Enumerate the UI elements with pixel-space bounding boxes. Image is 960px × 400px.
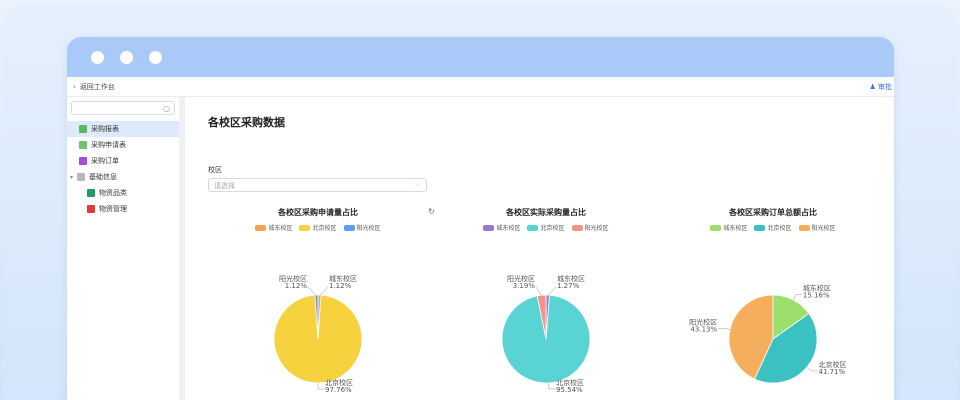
- legend-label: 北京校区: [767, 225, 792, 232]
- slice-percent-label: 41.71%: [818, 368, 845, 376]
- slice-percent-label: 1.27%: [557, 282, 580, 290]
- legend-label: 城东校区: [723, 225, 748, 232]
- sidebar-item-4[interactable]: 物资品类: [67, 185, 179, 201]
- filter-label: 校区: [208, 166, 222, 174]
- slice-percent-label: 97.76%: [325, 386, 352, 394]
- leader-line: [307, 286, 317, 297]
- refresh-icon[interactable]: ↻: [428, 207, 435, 216]
- leader-line: [548, 382, 556, 390]
- slice-percent-label: 43.13%: [690, 325, 717, 333]
- legend-swatch: [798, 225, 810, 231]
- chart-legend: 城东校区 北京校区 阳光校区: [668, 223, 878, 232]
- page-title: 各校区采购数据: [208, 116, 285, 129]
- leader-line: [792, 294, 802, 301]
- legend-swatch: [527, 225, 539, 231]
- campus-select-placeholder: 请选择: [214, 182, 235, 190]
- pie-svg: 城东校区1.27%北京校区95.54%阳光校区3.19%: [501, 274, 591, 394]
- legend-swatch: [255, 225, 267, 231]
- back-link[interactable]: 返回工作台: [80, 82, 115, 92]
- leader-line: [806, 366, 818, 372]
- leader-line: [317, 383, 324, 390]
- slice-percent-label: 1.12%: [329, 282, 352, 290]
- sidebar-item-0[interactable]: 采购报表: [67, 121, 179, 137]
- legend-item[interactable]: 北京校区: [754, 223, 792, 232]
- sidebar-item-label: 物资管理: [99, 205, 127, 213]
- legend-swatch: [571, 225, 583, 231]
- pie-svg: 城东校区1.12%北京校区97.76%阳光校区1.12%: [273, 274, 363, 394]
- legend-item[interactable]: 阳光校区: [343, 223, 381, 232]
- legend-label: 阳光校区: [584, 225, 609, 232]
- pie-chart-3: 各校区采购订单总额占比 城东校区 北京校区 阳光校区 城东校区 15.16% 北京校区 41.…: [668, 205, 878, 400]
- slice-percent-label: 3.19%: [513, 282, 536, 290]
- pie-chart-1: 各校区采购申请量占比 ↻ 城东校区 北京校区 阳光校区 城东校区 1.12% 北京校区 97.7…: [213, 205, 435, 400]
- user-menu[interactable]: ♟ 审批: [869, 82, 892, 92]
- leader-line: [319, 286, 329, 297]
- slice-percent-label: 15.16%: [803, 292, 830, 300]
- legend-label: 阳光校区: [811, 225, 836, 232]
- chart-title: 各校区采购申请量占比: [278, 208, 358, 217]
- sidebar-item-label: 物资品类: [99, 189, 127, 197]
- legend-item[interactable]: 城东校区: [255, 223, 292, 232]
- sidebar-search-input[interactable]: ○: [71, 101, 175, 115]
- top-nav: ‹ 返回工作台 ♟ 审批: [67, 77, 894, 97]
- chevron-down-icon[interactable]: ▾: [70, 174, 73, 181]
- legend-item[interactable]: 阳光校区: [571, 223, 609, 232]
- chart-title: 各校区实际采购量占比: [506, 208, 586, 217]
- user-icon: ♟: [869, 83, 878, 91]
- legend-item[interactable]: 阳光校区: [798, 223, 836, 232]
- pie-svg: 城东校区15.16%北京校区41.71%阳光校区43.13%: [689, 284, 846, 384]
- sidebar-item-label: 采购报表: [91, 125, 119, 133]
- legend-label: 城东校区: [268, 225, 293, 232]
- sidebar-item-label: 采购申请表: [91, 141, 126, 149]
- leader-line: [535, 286, 542, 297]
- document-icon: [87, 205, 95, 213]
- legend-item[interactable]: 城东校区: [483, 223, 520, 232]
- chevron-down-icon: ⌵: [414, 180, 420, 188]
- sidebar-item-5[interactable]: 物资管理: [67, 201, 179, 217]
- leader-line: [547, 286, 557, 297]
- document-icon: [87, 189, 95, 197]
- window-titlebar: [67, 37, 894, 77]
- sidebar: ○ 采购报表采购申请表采购订单 ▾ 基础信息物资品类物资管理: [67, 97, 185, 400]
- sidebar-item-2[interactable]: 采购订单: [67, 153, 179, 169]
- sidebar-item-label: 基础信息: [89, 173, 118, 181]
- sidebar-item-1[interactable]: 采购申请表: [67, 137, 179, 153]
- sidebar-item-3[interactable]: ▾ 基础信息: [67, 169, 179, 185]
- document-icon: [79, 157, 87, 165]
- app-window: ‹ 返回工作台 ♟ 审批 ○ 采购报表采购申请表采购订单 ▾ 基础信息物资品类物资管…: [67, 37, 894, 400]
- legend-item[interactable]: 北京校区: [527, 223, 565, 232]
- main-content: 各校区采购数据 校区 请选择 ⌵ 各校区采购申请量占比 ↻ 城东校区 北京校区 阳光校区…: [191, 97, 894, 400]
- legend-swatch: [483, 225, 495, 231]
- legend-item[interactable]: 城东校区: [710, 223, 747, 232]
- legend-label: 城东校区: [496, 225, 521, 232]
- legend-item[interactable]: 北京校区: [299, 223, 337, 232]
- document-icon: [79, 141, 87, 149]
- legend-label: 阳光校区: [356, 225, 381, 232]
- folder-icon: [77, 173, 86, 181]
- sidebar-menu: 采购报表采购申请表采购订单 ▾ 基础信息物资品类物资管理: [67, 121, 179, 217]
- legend-label: 北京校区: [540, 225, 565, 232]
- window-dot-1[interactable]: [91, 51, 104, 64]
- sidebar-item-label: 采购订单: [91, 157, 119, 165]
- legend-label: 北京校区: [312, 225, 337, 232]
- chart-title: 各校区采购订单总额占比: [729, 208, 817, 217]
- document-icon: [79, 125, 87, 133]
- back-chevron-icon[interactable]: ‹: [73, 83, 76, 91]
- search-icon: ○: [163, 104, 170, 113]
- chart-legend: 城东校区 北京校区 阳光校区: [441, 223, 651, 232]
- leader-line: [718, 328, 731, 330]
- chart-legend: 城东校区 北京校区 阳光校区: [213, 223, 423, 232]
- legend-swatch: [343, 225, 355, 231]
- legend-swatch: [754, 225, 766, 231]
- legend-swatch: [299, 225, 311, 231]
- legend-swatch: [710, 225, 722, 231]
- slice-percent-label: 95.54%: [556, 386, 583, 394]
- campus-select[interactable]: 请选择 ⌵: [208, 178, 427, 192]
- pie-chart-2: 各校区实际采购量占比 城东校区 北京校区 阳光校区 城东校区 1.27% 北京校区 95.54…: [441, 205, 651, 400]
- window-dot-2[interactable]: [120, 51, 133, 64]
- slice-percent-label: 1.12%: [285, 282, 308, 290]
- window-dot-3[interactable]: [149, 51, 162, 64]
